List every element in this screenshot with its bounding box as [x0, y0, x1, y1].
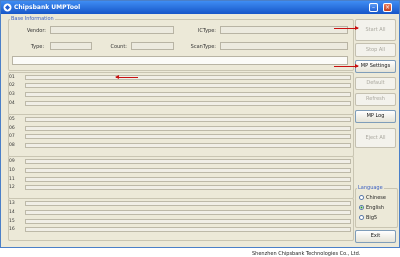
count-field: [131, 42, 174, 50]
port-progress-bar: [25, 219, 351, 224]
mp-settings-button[interactable]: MP Settings: [355, 60, 396, 73]
port-progress-bar: [25, 126, 351, 131]
port-number: 12: [9, 185, 15, 190]
annotation-arrow-port-01: [115, 75, 138, 79]
title-bar[interactable]: Chipsbank UMPTool – ×: [1, 1, 399, 14]
app-icon: [3, 3, 12, 12]
language-radio-big5[interactable]: [359, 215, 364, 220]
refresh-button[interactable]: Refresh: [355, 93, 396, 106]
client-area: Base Information Vendor: ICType: Type: C…: [4, 15, 398, 257]
type-label: Type:: [30, 44, 44, 50]
window-title: Chipsbank UMPTool: [14, 4, 81, 11]
port-number: 14: [9, 210, 15, 215]
eject-all-button[interactable]: Eject All: [355, 128, 396, 148]
annotation-arrow-mp-settings: [334, 64, 359, 68]
mp-log-button[interactable]: MP Log: [355, 110, 396, 123]
base-info-label: Base Information: [10, 16, 55, 22]
vendor-label: Vendor:: [26, 28, 46, 34]
language-option-label: Chinese: [366, 195, 386, 201]
language-option-label: Big5: [366, 215, 378, 221]
port-number: 06: [9, 126, 15, 131]
port-progress-bar: [25, 101, 351, 106]
port-progress-bar: [25, 168, 351, 173]
port-number: 07: [9, 134, 15, 139]
language-radio-english[interactable]: [359, 205, 364, 210]
ictype-field: [220, 26, 348, 34]
company-footer: Shenzhen Chipsbank Technologies Co., Ltd…: [252, 251, 361, 257]
port-number: 04: [9, 101, 15, 106]
port-progress-bar: [25, 75, 351, 80]
stop-all-button[interactable]: Stop All: [355, 43, 396, 57]
language-radio-chinese[interactable]: [359, 195, 364, 200]
port-progress-bar: [25, 159, 351, 164]
port-number: 13: [9, 201, 15, 206]
port-progress-bar: [25, 83, 351, 88]
language-option-label: English: [366, 205, 385, 211]
port-number: 02: [9, 83, 15, 88]
port-number: 09: [9, 159, 15, 164]
port-progress-bar: [25, 143, 351, 148]
port-progress-bar: [25, 177, 351, 182]
status-field: [12, 56, 348, 65]
start-all-button[interactable]: Start All: [355, 19, 396, 41]
scantype-field: [220, 42, 348, 50]
port-progress-bar: [25, 134, 351, 139]
port-number: 01: [9, 75, 15, 80]
close-button[interactable]: ×: [383, 3, 392, 12]
port-progress-bar: [25, 210, 351, 215]
annotation-arrow-start-all: [334, 26, 359, 30]
ictype-label: ICType:: [197, 28, 216, 34]
exit-button[interactable]: Exit: [355, 230, 396, 243]
port-number: 10: [9, 168, 15, 173]
port-number: 15: [9, 219, 15, 224]
scantype-label: ScanType:: [190, 44, 216, 50]
port-number: 16: [9, 227, 15, 232]
port-number: 11: [9, 177, 15, 182]
vendor-field: [50, 26, 174, 34]
count-label: Count:: [110, 44, 127, 50]
app-window: Chipsbank UMPTool – × Base Information V…: [0, 0, 400, 257]
port-progress-bar: [25, 185, 351, 190]
port-number: 08: [9, 143, 15, 148]
language-label: Language: [357, 185, 384, 191]
port-progress-bar: [25, 227, 351, 232]
port-progress-bar: [25, 117, 351, 122]
type-field: [50, 42, 92, 50]
port-number: 05: [9, 117, 15, 122]
default-button[interactable]: Default: [355, 77, 396, 90]
port-number: 03: [9, 92, 15, 97]
minimize-button[interactable]: –: [369, 3, 378, 12]
port-progress-bar: [25, 92, 351, 97]
port-progress-bar: [25, 201, 351, 206]
